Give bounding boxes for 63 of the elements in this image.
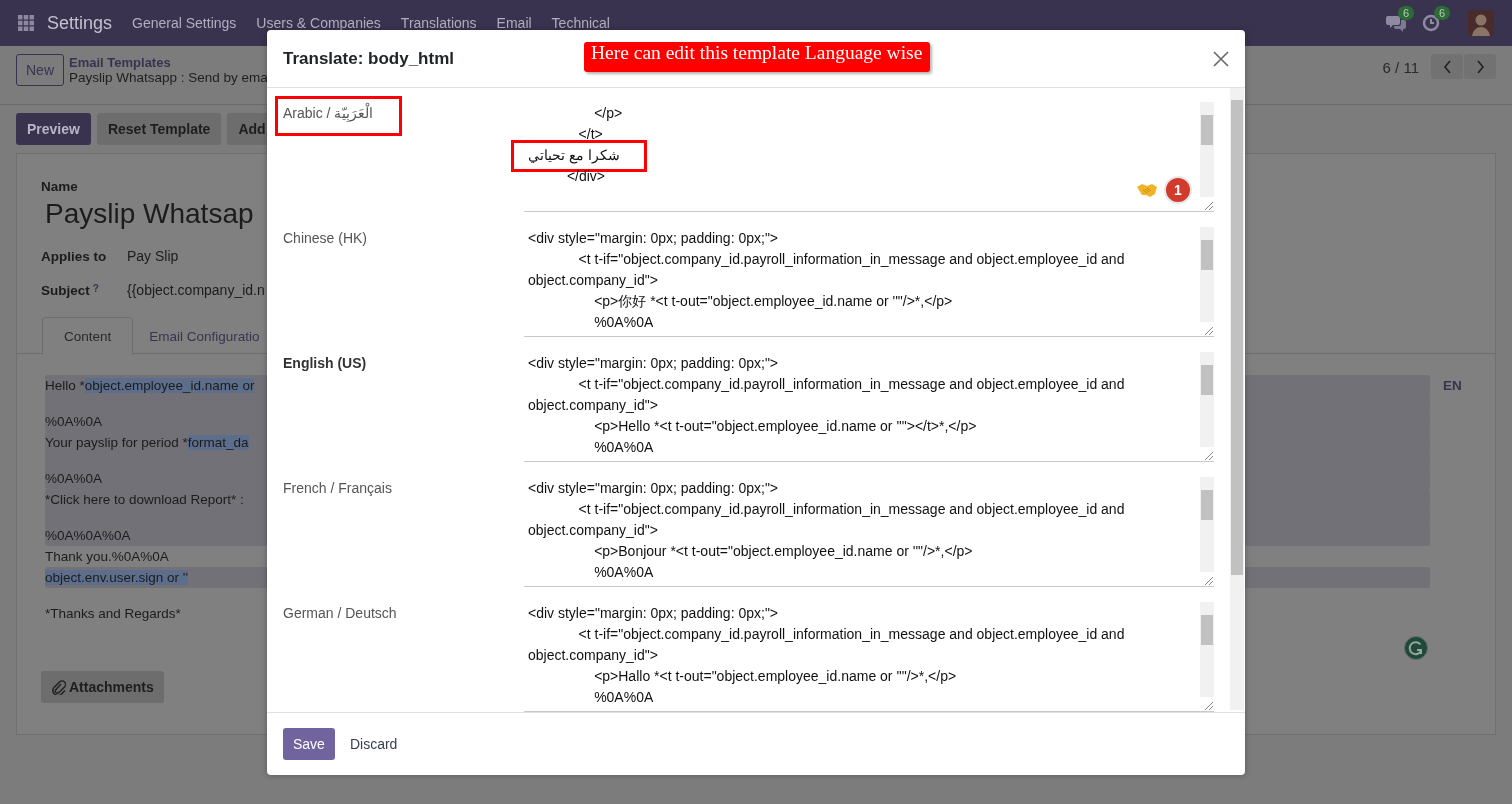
text-area[interactable]: <div style="margin: 0px; padding: 0px;"> <t t-if="object.company_id.payroll_information_in_message and object.employee_id and object.company_id"> <p>Hello *<t t-out="object.employee_id.name or ''"></t>*,</p> %0A%0A [524, 352, 1214, 462]
text-area[interactable]: <div style="margin: 0px; padding: 0px;"> <t t-if="object.company_id.payroll_information_in_message and object.employee_id and object.company_id"> <p>Bonjour *<t t-out="object.employee_id.name or ''"/>*,</p> %0A%0A [524, 477, 1214, 587]
count-badge: 6 [1434, 6, 1451, 20]
language-label: German / Deutsch [283, 605, 397, 621]
menu-item[interactable]: Email [496, 15, 532, 31]
close-button[interactable] [1213, 50, 1229, 67]
scrollbar[interactable] [1200, 102, 1214, 197]
language-code[interactable]: EN [1443, 378, 1462, 624]
tab[interactable]: Content [42, 317, 134, 355]
annotation-label: Here can edit this template Language wise [584, 42, 931, 72]
text-line: %0A%0A%0A [45, 528, 131, 543]
action-button[interactable]: Preview [16, 113, 91, 145]
scrollbar[interactable] [1230, 88, 1244, 710]
paperclip-icon [51, 679, 66, 695]
language-label: French / Français [283, 480, 392, 496]
help-mark[interactable]: ? [92, 282, 99, 294]
next-button[interactable] [1464, 54, 1496, 79]
field-label: Subject [41, 282, 90, 298]
text-line: Hello *object.employee_id.name or [45, 378, 255, 393]
menu-item[interactable]: Translations [400, 15, 477, 31]
menu-item[interactable]: Users & Companies [256, 15, 381, 31]
dialog-title: Translate: body_html [283, 48, 454, 69]
breadcrumb-link[interactable]: Email Templates [69, 55, 268, 70]
scrollbar[interactable] [1200, 352, 1214, 447]
text-area[interactable]: <div style="margin: 0px; padding: 0px;"> <t t-if="object.company_id.payroll_information_in_message and object.employee_id and object.company_id"> <p>Hallo *<t t-out="object.employee_id.name or ''"/>*,</p> %0A%0A [524, 602, 1214, 712]
text-line: *Thanks and Regards* [45, 606, 181, 621]
scrollbar[interactable] [1200, 477, 1214, 572]
avatar[interactable] [1468, 10, 1494, 36]
menu-item[interactable]: Technical [551, 15, 610, 31]
text-area[interactable]: <div style="margin: 0px; padding: 0px;"> <t t-if="object.company_id.payroll_information_in_message and object.employee_id and object.company_id"> <p>你好 *<t t-out="object.employee_id.name or ''"/>*,</p> %0A%0A [524, 227, 1214, 337]
text-line: Your payslip for period *format_da [45, 435, 249, 450]
action-button[interactable]: Reset Template [96, 113, 222, 145]
text-line: Thank you.%0A%0A [45, 549, 169, 564]
chevron-left-icon [1442, 59, 1452, 74]
language-label: Chinese (HK) [283, 230, 368, 246]
field-label: Applies to [41, 248, 107, 264]
new-button[interactable]: New [16, 54, 64, 86]
handshake-icon [1136, 181, 1158, 198]
scrollbar[interactable] [1200, 602, 1214, 697]
language-label: English (US) [283, 355, 367, 371]
save-button[interactable]: Save [283, 728, 335, 760]
apps-menu-icon[interactable] [18, 15, 34, 31]
field-label: Name [41, 179, 78, 194]
field-value: {{object.company_id.n [127, 282, 265, 298]
record-name: Payslip Whatsap [45, 198, 254, 230]
notification-badge[interactable]: 1 [1164, 176, 1192, 204]
count-badge: 6 [1398, 6, 1415, 20]
text-line: %0A%0A [45, 414, 103, 429]
clock-icon[interactable] [1422, 14, 1440, 32]
chevron-right-icon [1475, 59, 1485, 74]
discard-button[interactable]: Discard [349, 728, 398, 760]
field-value: Pay Slip [127, 248, 179, 264]
record-title: Payslip Whatsapp : Send by ema [69, 70, 268, 85]
scrollbar[interactable] [1200, 227, 1214, 322]
app-title[interactable]: Settings [47, 12, 113, 34]
previous-button[interactable] [1431, 54, 1463, 79]
text-line: *Click here to download Report* : [45, 492, 244, 507]
close-icon [1213, 50, 1229, 67]
attachments-button[interactable]: Attachments [41, 671, 164, 703]
pager-value: 6 / 11 [1382, 59, 1419, 76]
text-line: %0A%0A [45, 471, 103, 486]
menu-item[interactable]: General Settings [132, 15, 237, 31]
grammar-checker-icon [1404, 636, 1428, 660]
